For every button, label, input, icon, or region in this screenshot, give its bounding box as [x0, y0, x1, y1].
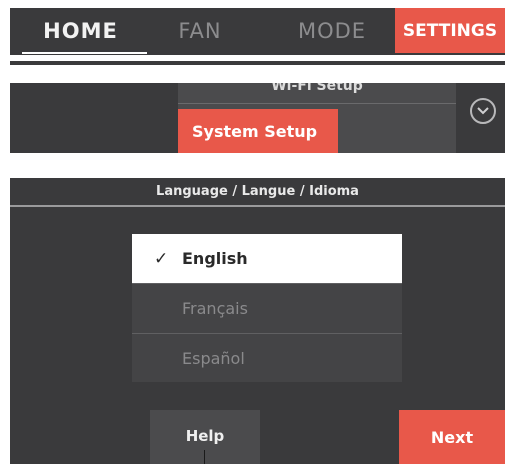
language-list: ✓ English Français Español: [132, 234, 402, 382]
menu-item-wifi-setup[interactable]: Wi-Fi Setup: [178, 83, 456, 99]
menu-item-system-setup[interactable]: System Setup: [178, 109, 338, 153]
next-button[interactable]: Next: [399, 410, 505, 464]
language-panel: Language / Langue / Idioma ✓ English Fra…: [10, 178, 505, 464]
active-tab-underline: [22, 52, 147, 54]
tab-settings[interactable]: SETTINGS: [395, 8, 505, 53]
settings-menu-panel: Wi-Fi Setup System Setup: [10, 83, 505, 153]
chevron-down-icon: [477, 107, 489, 115]
tab-fan[interactable]: FAN: [150, 8, 250, 53]
check-icon: ✓: [154, 248, 169, 269]
help-button[interactable]: Help: [150, 410, 260, 464]
language-label: English: [182, 249, 248, 268]
settings-menu-list: Wi-Fi Setup System Setup: [178, 83, 456, 153]
language-option-francais[interactable]: Français: [132, 284, 402, 333]
language-label: Español: [182, 349, 245, 368]
thermostat-screens: HOME FAN MODE SETTINGS Wi-Fi Setup Syste…: [0, 0, 515, 464]
language-label: Français: [182, 299, 248, 318]
help-pointer-line: [204, 450, 205, 464]
tab-mode[interactable]: MODE: [272, 8, 392, 53]
menu-separator: [178, 103, 456, 104]
scroll-down-button[interactable]: [470, 98, 496, 124]
header-underline: [10, 205, 505, 207]
language-header: Language / Langue / Idioma: [156, 183, 359, 199]
tab-bar-divider: [10, 55, 505, 61]
tab-home[interactable]: HOME: [18, 8, 143, 53]
language-option-english[interactable]: ✓ English: [132, 234, 402, 283]
language-option-espanol[interactable]: Español: [132, 334, 402, 383]
